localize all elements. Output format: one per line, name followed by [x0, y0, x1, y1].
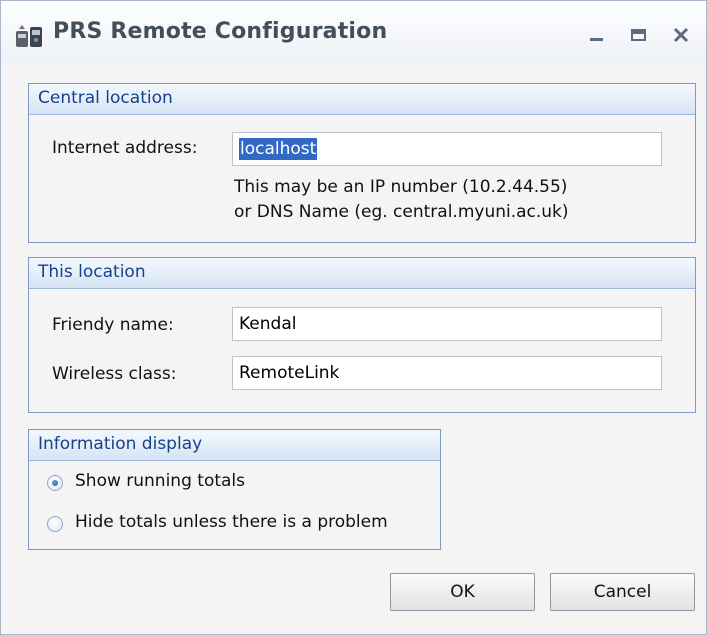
group-header: This location: [29, 258, 695, 289]
close-icon[interactable]: [669, 23, 693, 47]
title-bar[interactable]: PRS Remote Configuration: [1, 1, 706, 63]
information-display-group: Information display Show running totals …: [28, 429, 441, 550]
radio-label: Show running totals: [75, 471, 246, 491]
group-title: Information display: [38, 434, 203, 454]
minimize-icon[interactable]: [585, 23, 609, 47]
hint-text-line1: This may be an IP number (10.2.44.55): [234, 177, 568, 197]
window-title: PRS Remote Configuration: [53, 19, 388, 44]
group-header: Central location: [29, 84, 695, 115]
group-header: Information display: [29, 430, 440, 461]
friendly-name-label: Friendy name:: [52, 315, 174, 335]
radio-label: Hide totals unless there is a problem: [75, 512, 388, 532]
internet-address-value: localhost: [239, 138, 318, 160]
group-title: Central location: [38, 88, 173, 108]
radio-unchecked-icon[interactable]: [47, 516, 63, 532]
radio-checked-icon[interactable]: [47, 475, 63, 491]
this-location-group: This location Friendy name: Kendal Wirel…: [28, 257, 696, 413]
maximize-icon[interactable]: [627, 23, 651, 47]
central-location-group: Central location Internet address: local…: [28, 83, 696, 243]
cancel-button[interactable]: Cancel: [550, 573, 695, 611]
wireless-class-input[interactable]: RemoteLink: [232, 356, 662, 390]
internet-address-input[interactable]: localhost: [232, 132, 662, 166]
internet-address-label: Internet address:: [52, 138, 198, 158]
group-title: This location: [38, 262, 146, 282]
wireless-class-label: Wireless class:: [52, 364, 177, 384]
dialog-window: PRS Remote Configuration Central locatio…: [0, 0, 707, 635]
remote-handset-icon: [14, 23, 46, 49]
friendly-name-input[interactable]: Kendal: [232, 307, 662, 341]
ok-button[interactable]: OK: [390, 573, 535, 611]
hint-text-line2: or DNS Name (eg. central.myuni.ac.uk): [234, 202, 569, 222]
